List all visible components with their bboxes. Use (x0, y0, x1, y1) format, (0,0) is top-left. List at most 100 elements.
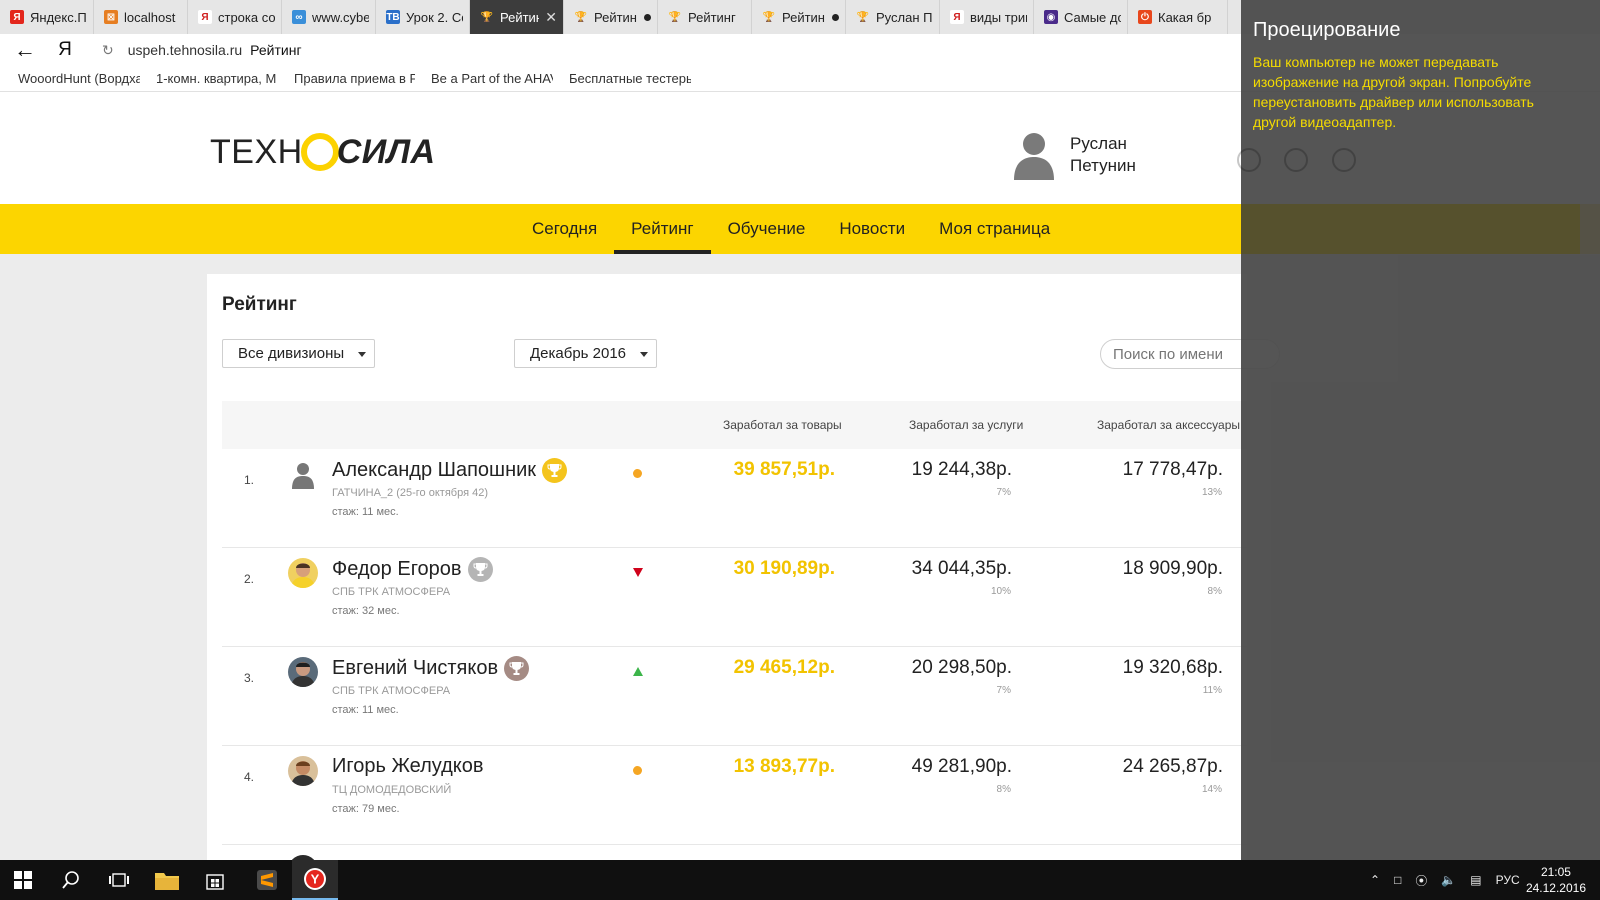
system-clock[interactable]: 21:05 24.12.2016 (1526, 864, 1586, 896)
tehnosila-logo[interactable]: ТЕХН СИЛА (210, 132, 436, 171)
services-percent: 7% (996, 487, 1011, 498)
volume-icon[interactable]: 🔈 (1441, 873, 1456, 887)
user-profile[interactable]: Руслан Петунин (1012, 130, 1136, 180)
browser-tab[interactable]: 🏆 Руслан Пе (846, 0, 940, 34)
page-title: Рейтинг (222, 294, 297, 315)
browser-tab[interactable]: Я Яндекс.Пе (0, 0, 94, 34)
employee-name[interactable]: Игорь Желудков (332, 755, 484, 778)
trophy-gold-icon (542, 458, 568, 483)
tab-title: Яндекс.Пе (30, 9, 87, 25)
tab-favicon-icon: ∞ (292, 10, 306, 24)
table-row[interactable]: 2. Федор Егоров СПБ ТРК АТМОСФЕРА стаж: 32 … (222, 548, 1247, 647)
browser-tab[interactable]: ⏻ Какая бр (1128, 0, 1228, 34)
nav-today[interactable]: Сегодня (515, 204, 614, 254)
nav-rating[interactable]: Рейтинг (614, 204, 712, 254)
logo-ring-icon (300, 133, 339, 171)
store-icon[interactable] (192, 860, 238, 900)
table-header: Заработал за товары Заработал за услуги … (222, 401, 1247, 449)
tab-favicon-icon: 🏆 (668, 10, 682, 24)
language-indicator[interactable]: РУС (1496, 873, 1520, 887)
svg-text:Y: Y (311, 872, 320, 887)
rank-number: 3. (244, 671, 255, 685)
store-name: ГАТЧИНА_2 (25-го октября 42) (332, 487, 488, 499)
yandex-icon[interactable]: Я (50, 39, 80, 61)
trend-same-icon (633, 469, 642, 478)
file-explorer-icon[interactable] (144, 860, 190, 900)
employee-name[interactable]: Евгений Чистяков (332, 656, 530, 681)
sublime-text-icon[interactable] (244, 860, 290, 900)
reload-icon[interactable]: ↻ (102, 42, 114, 59)
bookmark-item[interactable]: 1-комн. квартира, М (156, 71, 278, 86)
start-icon[interactable] (0, 860, 46, 900)
user-avatar-icon (1014, 133, 1054, 180)
accessories-percent: 13% (1201, 487, 1222, 498)
employee-name[interactable]: Александр Шапошник (332, 458, 568, 483)
browser-tab[interactable]: ТВ Урок 2. Со (376, 0, 470, 34)
table-row[interactable]: 3. Евгений Чистяков СПБ ТРК АТМОСФЕРА стаж:… (222, 647, 1247, 746)
browser-tab[interactable]: Ястрока со (188, 0, 282, 34)
tab-favicon-icon: 🏆 (480, 10, 494, 24)
bookmark-item[interactable]: Be a Part of the AHAV (431, 71, 553, 86)
chevron-up-icon[interactable]: ⌃ (1370, 873, 1380, 887)
back-icon[interactable]: ← (0, 37, 50, 63)
browser-tab[interactable]: Явиды трим (940, 0, 1034, 34)
services-percent: 10% (990, 586, 1011, 597)
employee-name-text: Александр Шапошник (332, 459, 537, 481)
projection-title: Проецирование (1253, 19, 1401, 41)
rank-number: 4. (244, 770, 255, 784)
logo-text-right: СИЛА (336, 132, 436, 171)
tab-title: Самые до (1064, 9, 1121, 25)
tab-title: Руслан Пе (876, 9, 933, 25)
avatar[interactable] (288, 756, 318, 786)
bookmark-item[interactable]: Правила приема в Р (294, 71, 415, 86)
tab-favicon-icon: Я (950, 10, 964, 24)
browser-tab[interactable]: 🏆 Рейтинг (658, 0, 752, 34)
nav-learning[interactable]: Обучение (711, 204, 823, 254)
notes-icon[interactable]: ▤ (1470, 873, 1481, 887)
avatar[interactable] (288, 558, 318, 588)
browser-tab[interactable]: 🏆 Рейтинг ✕ (470, 0, 564, 34)
col-goods[interactable]: Заработал за товары (723, 401, 842, 449)
nav-news[interactable]: Новости (822, 204, 922, 254)
ghost-icon (1237, 148, 1261, 172)
clock-date: 24.12.2016 (1525, 881, 1586, 895)
logo-text-left: ТЕХН (210, 132, 303, 171)
store-name: СПБ ТРК АТМОСФЕРА (332, 586, 451, 598)
browser-tab[interactable]: ◉ Самые до (1034, 0, 1128, 34)
close-tab-icon[interactable]: ✕ (545, 9, 557, 26)
task-view-icon[interactable] (96, 860, 142, 900)
wifi-icon[interactable]: ⦿ (1415, 872, 1427, 889)
col-accessories[interactable]: Заработал за аксессуары (1097, 401, 1240, 449)
bookmark-item[interactable]: WooordHunt (Вордха (18, 71, 140, 86)
url-field[interactable]: ↻ uspeh.tehnosila.ru Рейтинг (102, 42, 302, 59)
tab-audio-dot-icon (644, 13, 651, 21)
tab-title: Рейтинг (688, 9, 736, 25)
browser-tab[interactable]: ∞ www.cyber (282, 0, 376, 34)
employee-name-text: Федор Егоров (332, 558, 462, 580)
period-select[interactable]: Декабрь 2016 (514, 339, 658, 368)
goods-amount: 30 190,89р. (733, 558, 835, 579)
avatar[interactable] (288, 657, 318, 687)
browser-tab[interactable]: ⊠ localhost (94, 0, 188, 34)
search-icon[interactable] (48, 860, 94, 900)
tab-favicon-icon: ◉ (1044, 10, 1058, 24)
employee-name[interactable]: Федор Егоров (332, 557, 493, 582)
division-select[interactable]: Все дивизионы (222, 339, 376, 368)
trend-down-icon (633, 568, 643, 577)
network-adapter-icon[interactable]: □ (1394, 873, 1401, 887)
bookmark-item[interactable]: Бесплатные тестеры (569, 71, 691, 86)
avatar-placeholder-icon (292, 463, 314, 489)
windows-taskbar: Y ⌃ □ ⦿ 🔈 ▤ РУС 21:05 24.12.2016 (0, 860, 1600, 900)
col-services[interactable]: Заработал за услуги (909, 401, 1023, 449)
table-row[interactable]: 1. Александр Шапошник ГАТЧИНА_2 (25-го окт… (222, 449, 1247, 548)
yandex-browser-icon[interactable]: Y (292, 860, 338, 900)
tenure: стаж: 11 мес. (332, 704, 399, 716)
services-amount: 19 244,38р. (911, 459, 1012, 480)
browser-tab[interactable]: 🏆 Рейтин (564, 0, 658, 34)
tab-favicon-icon: 🏆 (762, 10, 776, 24)
table-row[interactable]: 4. Игорь Желудков ТЦ ДОМОДЕДОВСКИЙ стаж: 79… (222, 746, 1247, 845)
rating-card: Рейтинг Все дивизионы Декабрь 2016 Зараб… (207, 274, 1280, 900)
browser-tab[interactable]: 🏆 Рейтин (752, 0, 846, 34)
store-name: ТЦ ДОМОДЕДОВСКИЙ (332, 784, 452, 796)
nav-my-page[interactable]: Моя страница (922, 204, 1067, 254)
